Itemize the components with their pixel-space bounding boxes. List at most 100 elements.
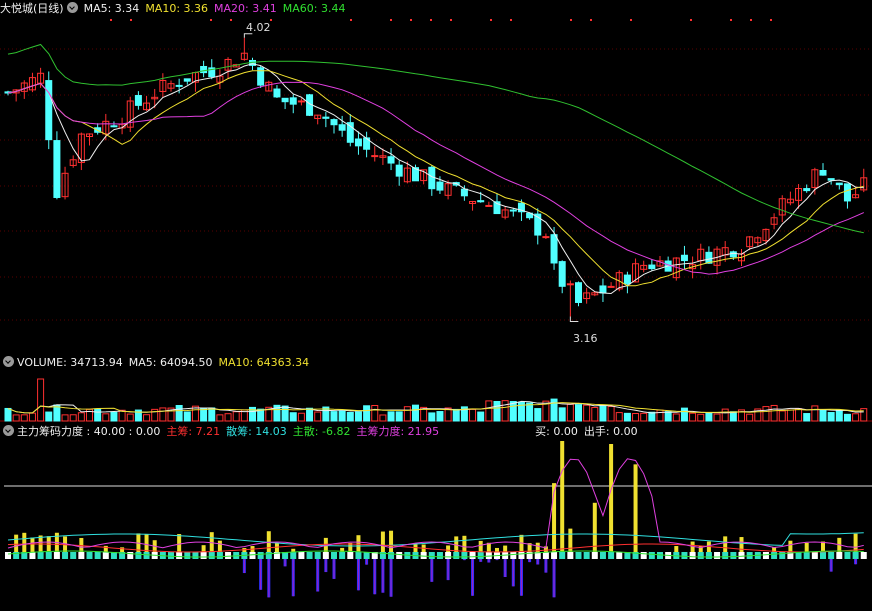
volume-bar: [566, 403, 574, 422]
volume-bar: [224, 413, 232, 422]
base-block: [681, 552, 688, 559]
chevron-down-icon[interactable]: [66, 2, 78, 13]
signal-marker: [510, 19, 512, 21]
base-block: [477, 552, 484, 559]
volume-bar: [852, 413, 860, 422]
indicator-label-2: 散筹: 14.03: [226, 425, 287, 438]
main-force-bar: [454, 536, 459, 552]
candle-body: [134, 95, 142, 106]
base-block: [135, 552, 142, 559]
base-block: [551, 552, 558, 559]
base-block: [176, 552, 183, 559]
candle-body: [460, 188, 468, 197]
base-block: [811, 552, 818, 559]
candle-body: [843, 183, 851, 202]
base-block: [396, 552, 403, 559]
signal-marker: [390, 19, 392, 21]
indicator-label-5: 买: 0.00: [535, 425, 578, 438]
signal-marker: [410, 19, 412, 21]
main-force-bar: [853, 533, 858, 552]
volume-bar: [705, 412, 713, 422]
volume-bar: [183, 411, 191, 422]
volume-bar: [713, 413, 721, 422]
base-block: [518, 552, 525, 559]
volume-bar: [469, 408, 477, 422]
main-force-bar: [788, 540, 793, 552]
base-block: [70, 552, 77, 559]
main-force-bar: [609, 444, 614, 552]
volume-bar: [558, 407, 566, 422]
base-block: [714, 552, 721, 559]
base-block: [168, 552, 174, 559]
volume-bar: [819, 409, 827, 422]
base-block: [828, 552, 835, 559]
signal-marker: [570, 19, 572, 21]
base-block: [331, 552, 337, 559]
volume-bar: [729, 411, 737, 422]
base-block: [453, 552, 460, 559]
volume-bar: [371, 405, 379, 422]
main-force-bar: [495, 547, 499, 552]
volume-bar: [509, 401, 517, 422]
signal-marker: [110, 19, 112, 21]
volume-bar: [216, 414, 224, 422]
volume-bar: [746, 413, 754, 422]
volume-panel-header: VOLUME: 34713.94 MA5: 64094.50 MA10: 64363…: [0, 356, 872, 374]
volume-bar: [607, 405, 615, 422]
main-force-bar: [380, 531, 385, 552]
base-block: [469, 552, 476, 559]
volume-bar: [297, 412, 305, 422]
volume-bar: [428, 412, 436, 422]
base-block: [738, 552, 745, 559]
volume-bar: [664, 411, 672, 422]
candle-body: [819, 169, 827, 176]
candle-body: [281, 97, 289, 103]
base-block: [722, 552, 729, 559]
candle-body: [273, 88, 281, 98]
indicator-label-4: 主筹力度: 21.95: [356, 425, 440, 438]
volume-bar: [61, 414, 69, 422]
volume-bar: [77, 412, 85, 422]
base-block: [339, 552, 346, 559]
volume-bar: [159, 407, 167, 422]
volume-bar: [786, 409, 794, 422]
volume-bar: [632, 413, 640, 422]
volume-bar: [20, 414, 28, 422]
volume-bar: [843, 413, 851, 422]
volume-bar: [45, 411, 53, 422]
volume-bar: [656, 409, 664, 422]
candle-body: [436, 181, 444, 191]
candle-body: [542, 236, 550, 239]
chevron-down-icon[interactable]: [3, 356, 14, 367]
chevron-down-icon[interactable]: [3, 425, 14, 436]
volume-bar: [126, 413, 134, 422]
volume-bar: [395, 411, 403, 422]
volume-bar: [403, 406, 411, 422]
base-block: [143, 552, 150, 559]
base-block: [53, 552, 60, 559]
stock-title: 大悦城(日线): [0, 2, 64, 15]
main-force-bar: [821, 541, 825, 552]
volume-bar: [648, 411, 656, 422]
base-block: [314, 552, 321, 559]
base-block: [216, 552, 223, 559]
volume-bar: [827, 412, 835, 422]
base-block: [355, 552, 362, 559]
volume-bar: [346, 412, 354, 422]
base-block: [94, 552, 101, 559]
base-block: [820, 552, 826, 559]
volume-bar: [37, 378, 45, 422]
volume-bar: [379, 414, 387, 422]
main-force-bar: [209, 532, 214, 552]
volume-bar: [526, 402, 534, 422]
candle-body: [485, 204, 493, 207]
base-block: [298, 552, 305, 559]
volume-bar: [615, 412, 623, 422]
main-force-bar: [592, 502, 597, 552]
signal-marker: [690, 19, 692, 21]
base-block: [184, 552, 191, 559]
main-force-bar: [30, 537, 35, 552]
main-force-bar: [79, 537, 84, 552]
volume-bar: [306, 407, 314, 422]
candle-body: [395, 164, 403, 177]
